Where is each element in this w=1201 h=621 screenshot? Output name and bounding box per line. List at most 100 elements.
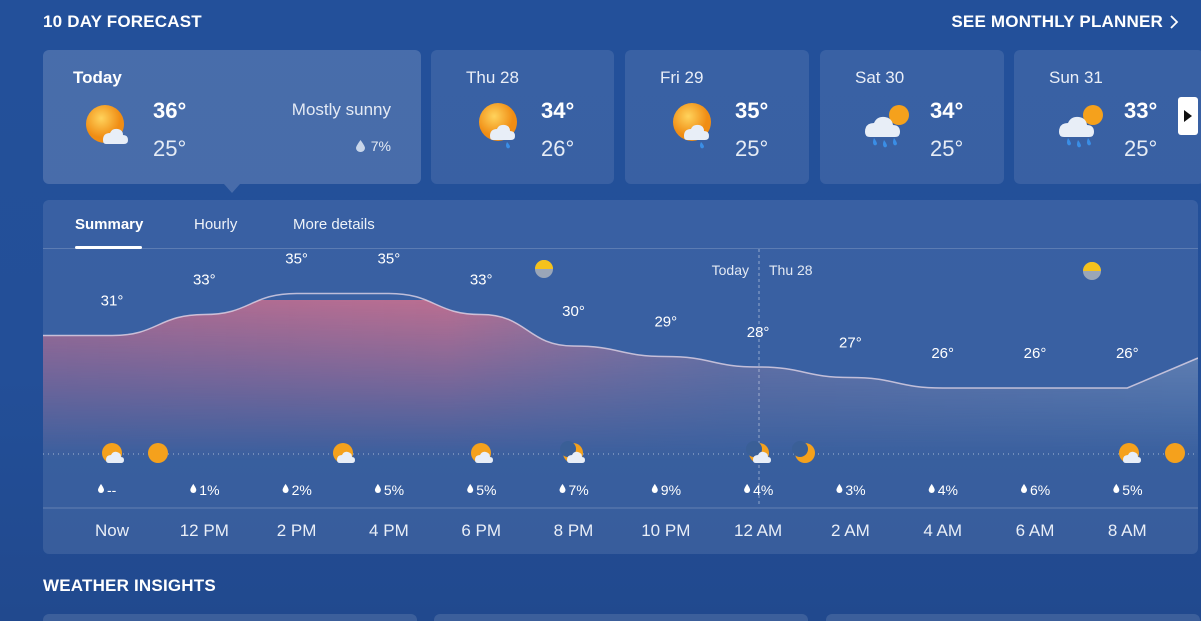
high-temp: 34° bbox=[541, 98, 575, 123]
temperature-area bbox=[43, 292, 1198, 460]
time-label: 4 PM bbox=[369, 521, 409, 540]
raindrop-icon bbox=[559, 484, 566, 493]
high-temp: 35° bbox=[735, 98, 769, 123]
time-label: Now bbox=[95, 521, 130, 540]
sun-cloud-icon bbox=[86, 105, 128, 144]
time-label: 12 AM bbox=[734, 521, 782, 540]
raindrop-icon bbox=[1021, 484, 1027, 493]
temp-label: 35° bbox=[285, 251, 308, 268]
precip-label: 1% bbox=[199, 482, 219, 498]
low-temp: 25° bbox=[735, 136, 769, 161]
hourly-panel: Summary Hourly More details Today Thu 28 bbox=[43, 200, 1198, 554]
day-card-sun[interactable]: Sun 31 33° 25° bbox=[1014, 50, 1201, 184]
hourly-chart: Today Thu 28 31° 33° 35° 35° 33° 30° 29° 28° 27°… bbox=[43, 249, 1198, 540]
raindrop-icon bbox=[467, 484, 474, 493]
insights-title: WEATHER INSIGHTS bbox=[43, 576, 216, 595]
low-temp: 25° bbox=[1124, 136, 1158, 161]
day-label: Sat 30 bbox=[855, 68, 905, 87]
forecast-title: 10 DAY FORECAST bbox=[43, 12, 202, 31]
temp-label: 33° bbox=[470, 272, 493, 289]
day-card-sat[interactable]: Sat 30 34° 25° bbox=[820, 50, 1004, 184]
precip-label: 5% bbox=[384, 482, 404, 498]
precip-item: 5% bbox=[374, 482, 404, 498]
day-label: Sun 31 bbox=[1049, 68, 1103, 87]
precip-item: 5% bbox=[1113, 482, 1143, 498]
precip-item: -- bbox=[98, 482, 117, 498]
temp-label: 31° bbox=[101, 293, 124, 310]
time-label: 2 AM bbox=[831, 521, 870, 540]
day-label: Fri 29 bbox=[660, 68, 704, 87]
raindrop-icon bbox=[651, 484, 658, 493]
raindrop-icon bbox=[744, 484, 751, 493]
rain-showers-icon bbox=[865, 105, 909, 148]
precip-value: 7% bbox=[370, 138, 391, 154]
sunrise-icon bbox=[1083, 262, 1101, 280]
temp-label: 26° bbox=[931, 345, 954, 362]
raindrop-icon bbox=[836, 484, 843, 493]
temp-label: 30° bbox=[562, 303, 585, 320]
precip-label: 9% bbox=[661, 482, 681, 498]
temp-label: 27° bbox=[839, 335, 862, 352]
time-label: 8 AM bbox=[1108, 521, 1147, 540]
day-label: Today bbox=[73, 68, 122, 87]
monthly-planner-link[interactable]: SEE MONTHLY PLANNER bbox=[951, 12, 1179, 32]
raindrop-icon bbox=[1113, 484, 1120, 493]
low-temp: 25° bbox=[930, 136, 964, 161]
precip-label: 7% bbox=[569, 482, 589, 498]
sunset-icon bbox=[535, 260, 553, 278]
time-label: 6 PM bbox=[461, 521, 501, 540]
monthly-planner-label: SEE MONTHLY PLANNER bbox=[951, 12, 1163, 31]
day-label: Thu 28 bbox=[466, 68, 519, 87]
temp-label: 28° bbox=[747, 324, 770, 341]
precip-label: 4% bbox=[753, 482, 773, 498]
raindrop-icon bbox=[355, 140, 365, 152]
temp-label: 26° bbox=[1116, 345, 1139, 362]
high-temp: 33° bbox=[1124, 98, 1158, 123]
temp-label: 35° bbox=[378, 251, 401, 268]
next-day-marker: Thu 28 bbox=[769, 262, 813, 278]
precip-item: 4% bbox=[744, 482, 773, 498]
raindrop-icon bbox=[928, 484, 935, 493]
precip-label: 3% bbox=[845, 482, 865, 498]
precip-label: 5% bbox=[1122, 482, 1142, 498]
precip-label: 6% bbox=[1030, 482, 1050, 498]
precip-label: -- bbox=[107, 482, 117, 498]
precip-item: 6% bbox=[1021, 482, 1050, 498]
today-marker: Today bbox=[712, 262, 749, 278]
sun-cloud-rain-icon bbox=[673, 103, 711, 149]
insight-card[interactable] bbox=[434, 614, 808, 621]
sun-cloud-rain-icon bbox=[479, 103, 517, 149]
precip-label: 4% bbox=[938, 482, 958, 498]
raindrop-icon bbox=[98, 484, 104, 493]
day-card-today[interactable]: Today 36° 25° Mostly sunny 7% bbox=[43, 50, 421, 184]
precip-item: 5% bbox=[467, 482, 496, 498]
precip-item: 3% bbox=[836, 482, 866, 498]
raindrop-icon bbox=[374, 484, 381, 493]
condition-text: Mostly sunny bbox=[291, 100, 391, 119]
raindrop-icon bbox=[282, 484, 289, 493]
next-days-button[interactable] bbox=[1178, 97, 1198, 135]
temperature-area-fill bbox=[43, 293, 1198, 460]
high-temp: 34° bbox=[930, 98, 964, 123]
high-temp: 36° bbox=[153, 98, 187, 123]
precip-chance: 7% bbox=[355, 138, 391, 154]
insight-card[interactable] bbox=[826, 614, 1200, 621]
time-label: 4 AM bbox=[923, 521, 962, 540]
card-pointer bbox=[224, 184, 240, 193]
day-card-fri[interactable]: Fri 29 35° 25° bbox=[625, 50, 809, 184]
day-card-thu[interactable]: Thu 28 34° 26° bbox=[431, 50, 614, 184]
temp-label: 33° bbox=[193, 272, 216, 289]
precip-label: 2% bbox=[292, 482, 312, 498]
precip-label: 5% bbox=[476, 482, 496, 498]
insight-card[interactable] bbox=[43, 614, 417, 621]
precip-item: 9% bbox=[651, 482, 681, 498]
precip-item: 1% bbox=[190, 482, 220, 498]
time-label: 10 PM bbox=[641, 521, 690, 540]
play-right-icon bbox=[1184, 110, 1192, 122]
chevron-right-icon bbox=[1170, 15, 1179, 29]
temp-label: 26° bbox=[1024, 345, 1047, 362]
temp-label: 29° bbox=[654, 314, 677, 331]
precip-item: 7% bbox=[559, 482, 589, 498]
raindrop-icon bbox=[190, 484, 197, 493]
time-label: 2 PM bbox=[277, 521, 317, 540]
